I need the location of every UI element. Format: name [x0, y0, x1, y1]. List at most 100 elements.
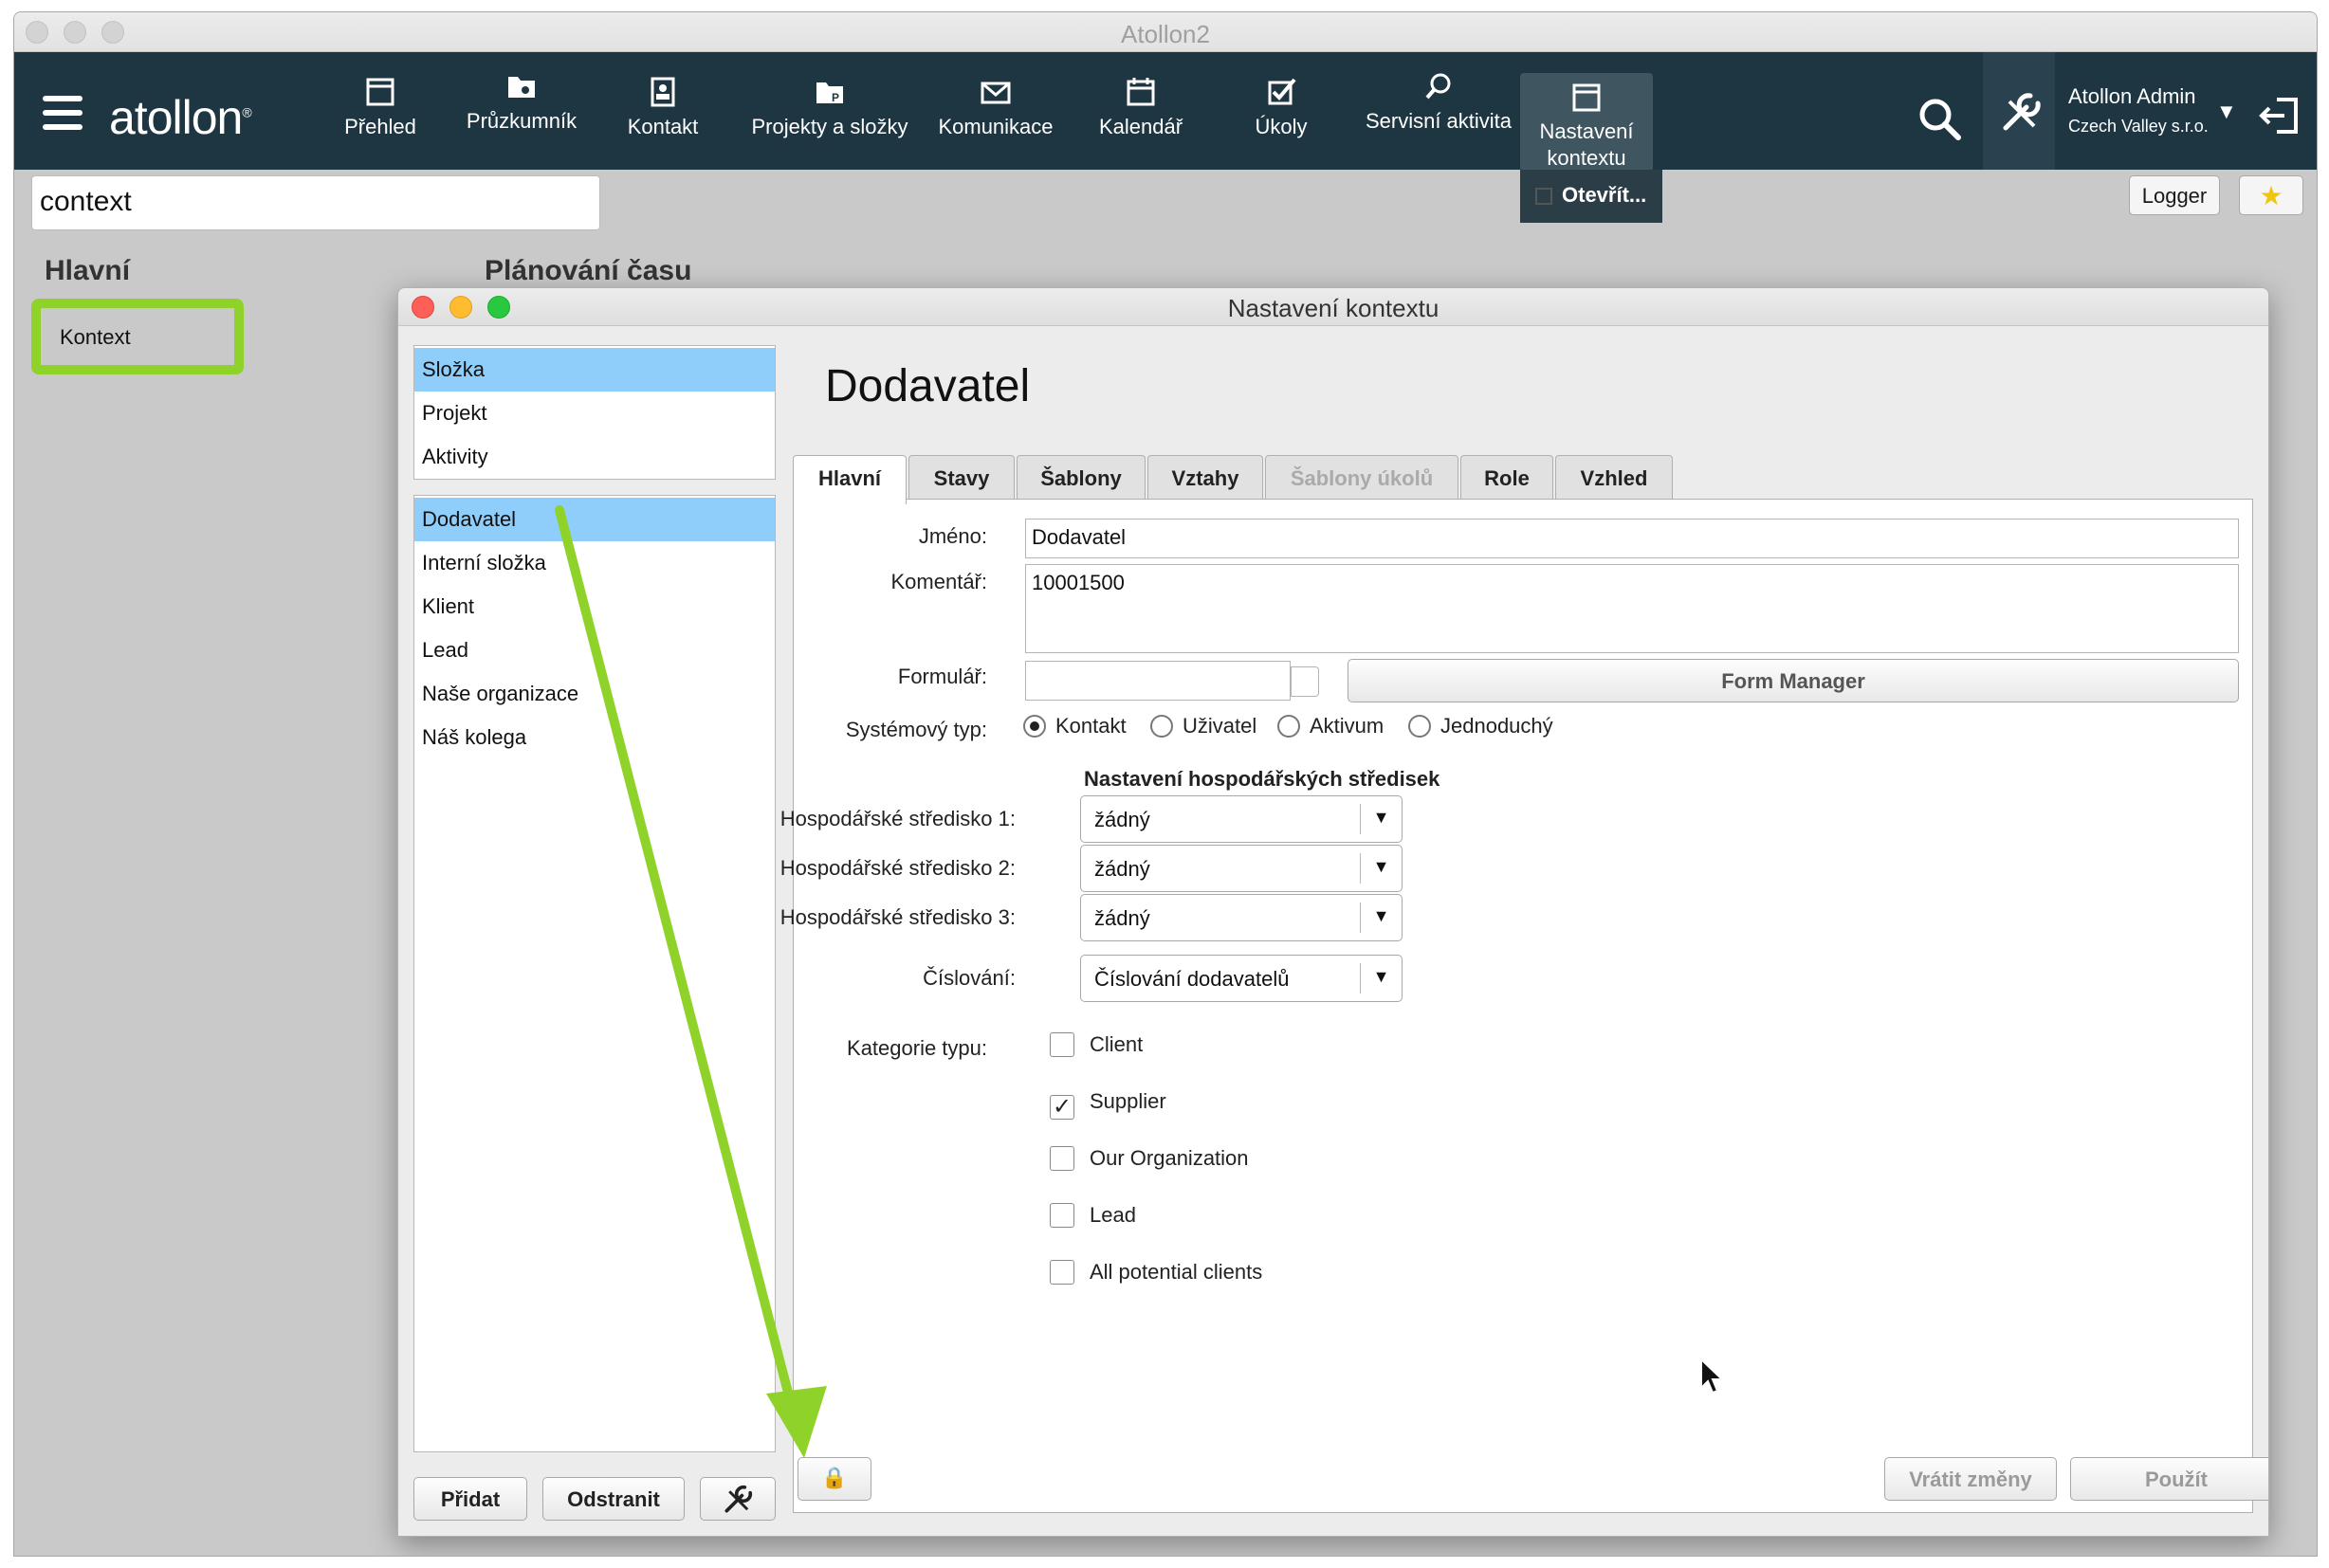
form-picker-button[interactable] — [1291, 666, 1319, 697]
radio-kontakt[interactable]: Kontakt — [1023, 714, 1127, 738]
list-item-dodavatel[interactable]: Dodavatel — [414, 498, 775, 541]
cost-center-3-label: Hospodářské středisko 3: — [779, 905, 1016, 929]
search-icon[interactable] — [1916, 96, 1962, 141]
user-menu-caret-icon[interactable]: ▼ — [2216, 100, 2237, 124]
category-label: Kategorie typu: — [847, 1036, 987, 1060]
nav-kontakt[interactable]: Kontakt — [606, 62, 720, 164]
radio-dot — [1408, 715, 1431, 738]
list-item-nas-kolega[interactable]: Náš kolega — [414, 716, 775, 759]
type-tools-button[interactable] — [700, 1477, 776, 1521]
contact-icon — [651, 77, 675, 107]
name-label: Jméno: — [918, 524, 987, 548]
form-field[interactable] — [1025, 661, 1291, 701]
list-item-projekt[interactable]: Projekt — [414, 392, 775, 435]
radio-aktivum[interactable]: Aktivum — [1277, 714, 1384, 738]
apply-button[interactable]: Použít — [2070, 1457, 2268, 1501]
nav-label: Komunikace — [938, 115, 1054, 138]
logger-button[interactable]: Logger — [2129, 175, 2220, 215]
revert-button[interactable]: Vrátit změny — [1884, 1457, 2057, 1501]
form-manager-button[interactable]: Form Manager — [1348, 659, 2239, 702]
nav-label-line1: Nastavení — [1539, 119, 1634, 143]
logout-icon[interactable] — [2256, 92, 2303, 139]
explorer-icon — [508, 77, 535, 98]
sidebar-item-label: Kontext — [60, 325, 131, 349]
lock-button[interactable]: 🔒 — [798, 1457, 871, 1501]
comment-label: Komentář: — [890, 570, 988, 593]
window-titlebar: Atollon2 — [14, 12, 2317, 52]
list-item-slozka[interactable]: Složka — [414, 348, 775, 392]
nav-ukoly[interactable]: Úkoly — [1226, 62, 1336, 164]
top-navbar: atollon® Přehled Průzkumník Kontakt P Pr… — [14, 52, 2317, 172]
chevron-down-icon: ▼ — [1360, 903, 1402, 933]
dialog-heading: Dodavatel — [825, 361, 1031, 411]
nav-prehled[interactable]: Přehled — [320, 62, 441, 164]
tab-stavy[interactable]: Stavy — [908, 455, 1015, 499]
list-item-aktivity[interactable]: Aktivity — [414, 435, 775, 479]
tools-icon[interactable] — [1996, 88, 2045, 137]
checkbox-box — [1050, 1203, 1074, 1228]
checkbox-box — [1050, 1260, 1074, 1285]
nav-label: Přehled — [344, 115, 416, 138]
nav-projekty[interactable]: P Projekty a složky — [743, 62, 917, 164]
tab-vztahy[interactable]: Vztahy — [1147, 455, 1263, 499]
form-label: Formulář: — [897, 665, 987, 688]
radio-jednoduchy[interactable]: Jednoduchý — [1408, 714, 1553, 738]
mouse-cursor-icon — [1700, 1358, 1724, 1395]
tab-panel-hlavni: Jméno: Dodavatel Komentář: 10001500 Form… — [780, 499, 2268, 1513]
checkbox-box — [1050, 1146, 1074, 1171]
open-context-menu-item[interactable]: Otevřít... — [1520, 170, 1662, 223]
cost-center-1-label: Hospodářské středisko 1: — [779, 807, 1016, 830]
radio-dot — [1277, 715, 1300, 738]
sidebar-item-kontext[interactable]: Kontext — [31, 299, 244, 374]
app-logo[interactable]: atollon® — [109, 90, 252, 145]
nav-label: Servisní aktivita — [1365, 109, 1513, 133]
chevron-down-icon: ▼ — [1360, 963, 1402, 994]
window-icon — [1572, 83, 1601, 112]
category-list: Složka Projekt Aktivity — [413, 345, 776, 480]
checkbox-supplier[interactable]: ✓ Supplier — [1050, 1089, 1166, 1120]
nav-label: Kontakt — [627, 115, 699, 138]
list-item-interni-slozka[interactable]: Interní složka — [414, 541, 775, 585]
cost-center-1-select[interactable]: žádný ▼ — [1080, 795, 1403, 843]
remove-button[interactable]: Odstranit — [542, 1477, 685, 1521]
cost-center-2-select[interactable]: žádný ▼ — [1080, 845, 1403, 892]
checkbox-box — [1050, 1032, 1074, 1057]
user-name[interactable]: Atollon Admin — [2068, 84, 2196, 109]
checkbox-our-organization[interactable]: Our Organization — [1050, 1146, 1249, 1171]
nav-kalendar[interactable]: Kalendář — [1084, 62, 1198, 164]
add-button[interactable]: Přidat — [413, 1477, 527, 1521]
list-item-klient[interactable]: Klient — [414, 585, 775, 629]
checkbox-client[interactable]: Client — [1050, 1032, 1143, 1057]
tab-sablony[interactable]: Šablony — [1017, 455, 1146, 499]
nav-label: Kalendář — [1098, 115, 1183, 138]
tools-icon — [724, 1485, 753, 1513]
tab-vzhled[interactable]: Vzhled — [1555, 455, 1673, 499]
numbering-label: Číslování: — [923, 966, 1016, 990]
check-icon: ✓ — [1050, 1095, 1074, 1120]
nav-pruzkumnik[interactable]: Průzkumník — [456, 62, 587, 164]
hamburger-menu-icon[interactable] — [43, 96, 83, 132]
radio-uzivatel[interactable]: Uživatel — [1150, 714, 1256, 738]
checkbox-all-potential-clients[interactable]: All potential clients — [1050, 1260, 1262, 1285]
nav-nastaveni-kontextu[interactable]: Nastavení kontextu — [1520, 73, 1653, 172]
tab-hlavni[interactable]: Hlavní — [793, 455, 907, 504]
calendar-icon — [1127, 78, 1155, 106]
nav-komunikace[interactable]: Komunikace — [934, 62, 1057, 164]
list-item-nase-organizace[interactable]: Naše organizace — [414, 672, 775, 716]
radio-dot — [1150, 715, 1173, 738]
comment-field[interactable]: 10001500 — [1025, 564, 2239, 653]
tab-role[interactable]: Role — [1460, 455, 1553, 499]
name-field[interactable]: Dodavatel — [1025, 519, 2239, 558]
section-title-planovani: Plánování času — [485, 255, 692, 286]
nav-label: Úkoly — [1255, 115, 1308, 138]
cost-center-2-label: Hospodářské středisko 2: — [779, 856, 1016, 880]
checkbox-icon — [1535, 188, 1552, 205]
favorite-star-icon[interactable]: ★ — [2239, 175, 2303, 215]
nav-servis[interactable]: Servisní aktivita — [1355, 62, 1522, 164]
search-input[interactable]: context — [31, 175, 600, 230]
checkbox-lead[interactable]: Lead — [1050, 1203, 1136, 1228]
numbering-select[interactable]: Číslování dodavatelů ▼ — [1080, 955, 1403, 1002]
cost-center-3-select[interactable]: žádný ▼ — [1080, 894, 1403, 941]
user-company[interactable]: Czech Valley s.r.o. — [2068, 117, 2209, 137]
list-item-lead[interactable]: Lead — [414, 629, 775, 672]
